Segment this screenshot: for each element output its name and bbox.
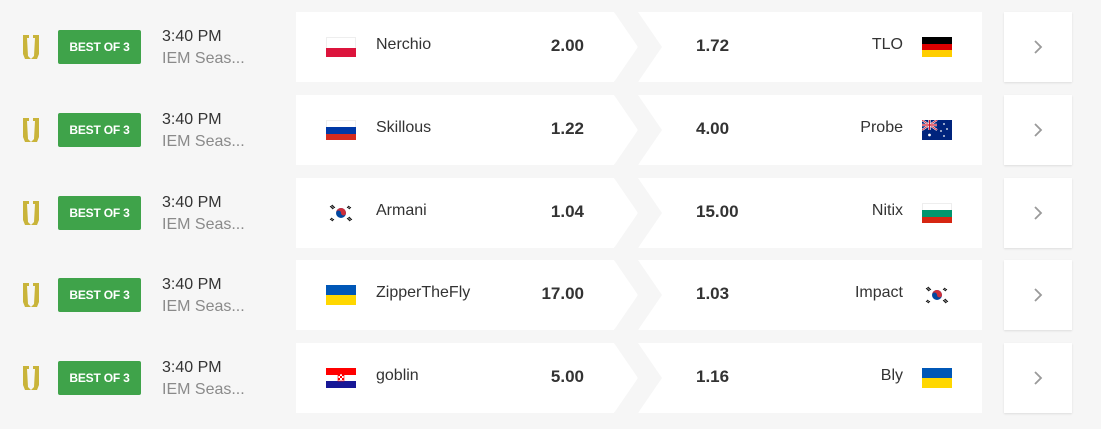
player2-odds-button[interactable]: 1.03 Impact <box>638 260 982 330</box>
best-of-badge: BEST OF 3 <box>58 196 141 230</box>
player1-name: goblin <box>376 367 419 384</box>
player2-odd: 1.03 <box>696 284 730 303</box>
player2-name: Nitix <box>871 202 903 219</box>
player2-odds-button[interactable]: 1.72 TLO <box>638 12 982 82</box>
match-details-button[interactable] <box>1004 178 1072 248</box>
russia-flag-icon <box>326 120 356 140</box>
player2-odd: 1.16 <box>696 367 730 386</box>
player1-odds-button[interactable]: ZipperTheFly 17.00 <box>296 260 638 330</box>
starcraft-ii-icon <box>20 282 42 308</box>
match-row[interactable]: BEST OF 3 3:40 PM IEM Seas... Nerchio 2.… <box>0 12 1101 82</box>
player1-odd: 1.04 <box>550 202 584 221</box>
player2-odds-button[interactable]: 1.16 Bly <box>638 343 982 413</box>
player2-odds-button[interactable]: 15.00 Nitix <box>638 178 982 248</box>
starcraft-ii-icon <box>20 34 42 60</box>
player1-odd: 5.00 <box>550 367 584 386</box>
player1-odd: 2.00 <box>550 36 584 55</box>
player1-odd: 17.00 <box>541 284 584 303</box>
chevron-right-icon <box>1031 123 1045 137</box>
match-time: 3:40 PM <box>162 111 222 128</box>
player1-odds-button[interactable]: Armani 1.04 <box>296 178 638 248</box>
match-details-button[interactable] <box>1004 12 1072 82</box>
match-row[interactable]: BEST OF 3 3:40 PM IEM Seas... ZipperTheF… <box>0 260 1101 330</box>
player1-name: Skillous <box>376 119 432 136</box>
player2-odd: 1.72 <box>696 36 730 55</box>
chevron-right-icon <box>1031 206 1045 220</box>
bulgaria-flag-icon <box>922 203 952 223</box>
australia-flag-icon <box>922 120 952 140</box>
match-row[interactable]: BEST OF 3 3:40 PM IEM Seas... Skillous 1… <box>0 95 1101 165</box>
chevron-right-icon <box>1031 40 1045 54</box>
match-details-button[interactable] <box>1004 95 1072 165</box>
tournament-name: IEM Seas... <box>162 298 245 315</box>
starcraft-ii-icon <box>20 200 42 226</box>
croatia-flag-icon <box>326 368 356 388</box>
ukraine-flag-icon <box>326 285 356 305</box>
germany-flag-icon <box>922 37 952 57</box>
ukraine-flag-icon <box>922 368 952 388</box>
match-time: 3:40 PM <box>162 28 222 45</box>
match-details-button[interactable] <box>1004 260 1072 330</box>
match-details-button[interactable] <box>1004 343 1072 413</box>
poland-flag-icon <box>326 37 356 57</box>
tournament-name: IEM Seas... <box>162 133 245 150</box>
player1-odds-button[interactable]: Skillous 1.22 <box>296 95 638 165</box>
player2-name: TLO <box>871 36 903 53</box>
south-korea-flag-icon <box>326 203 356 223</box>
player2-odd: 4.00 <box>696 119 730 138</box>
starcraft-ii-icon <box>20 117 42 143</box>
best-of-badge: BEST OF 3 <box>58 361 141 395</box>
player2-name: Impact <box>854 284 903 301</box>
player2-odd: 15.00 <box>696 202 739 221</box>
player1-odds-button[interactable]: goblin 5.00 <box>296 343 638 413</box>
match-time: 3:40 PM <box>162 359 222 376</box>
tournament-name: IEM Seas... <box>162 381 245 398</box>
player1-odd: 1.22 <box>550 119 584 138</box>
south-korea-flag-icon <box>922 285 952 305</box>
chevron-right-icon <box>1031 371 1045 385</box>
tournament-name: IEM Seas... <box>162 50 245 67</box>
best-of-badge: BEST OF 3 <box>58 30 141 64</box>
player1-name: Armani <box>376 202 427 219</box>
player1-odds-button[interactable]: Nerchio 2.00 <box>296 12 638 82</box>
match-time: 3:40 PM <box>162 276 222 293</box>
match-time: 3:40 PM <box>162 194 222 211</box>
match-row[interactable]: BEST OF 3 3:40 PM IEM Seas... Armani 1.0… <box>0 178 1101 248</box>
match-row[interactable]: BEST OF 3 3:40 PM IEM Seas... goblin 5.0… <box>0 343 1101 413</box>
tournament-name: IEM Seas... <box>162 216 245 233</box>
player1-name: ZipperTheFly <box>376 284 471 301</box>
player1-name: Nerchio <box>376 36 432 53</box>
player2-odds-button[interactable]: 4.00 Probe <box>638 95 982 165</box>
chevron-right-icon <box>1031 288 1045 302</box>
best-of-badge: BEST OF 3 <box>58 278 141 312</box>
player2-name: Bly <box>880 367 903 384</box>
best-of-badge: BEST OF 3 <box>58 113 141 147</box>
starcraft-ii-icon <box>20 365 42 391</box>
player2-name: Probe <box>860 119 903 136</box>
